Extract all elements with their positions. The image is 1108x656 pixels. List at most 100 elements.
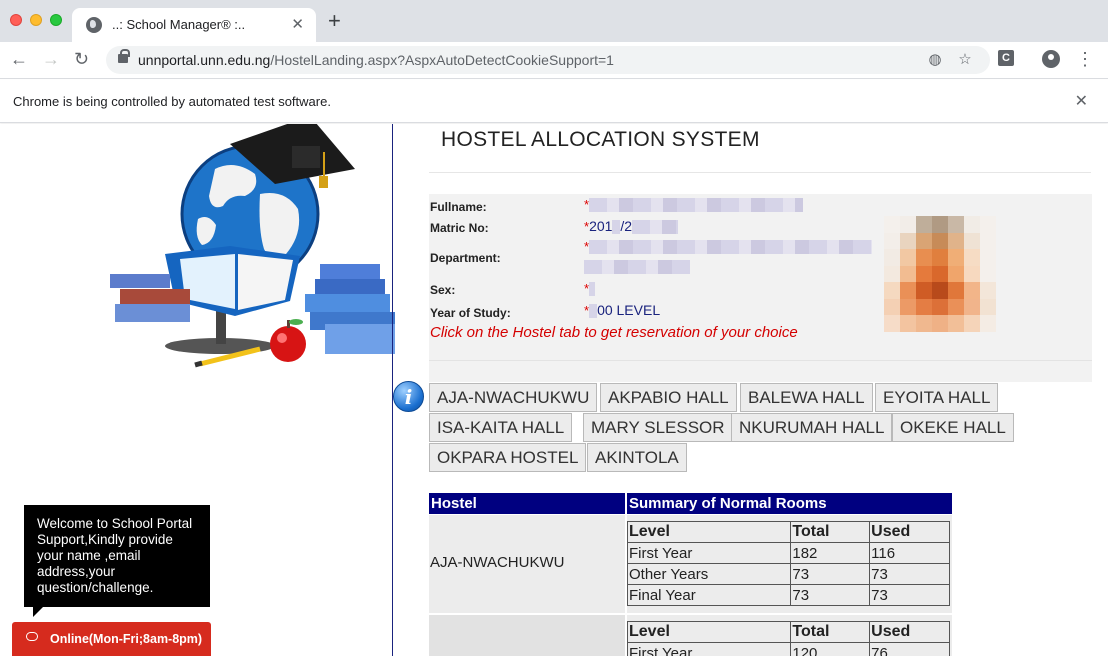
fullname-value: * bbox=[584, 196, 804, 213]
lock-icon[interactable] bbox=[118, 49, 130, 63]
hostel-tab-okeke-hall[interactable]: OKEKE HALL bbox=[892, 413, 1014, 442]
hostel-tab-isa-kaita-hall[interactable]: ISA-KAITA HALL bbox=[429, 413, 573, 442]
level-cell: First Year bbox=[626, 642, 792, 656]
column-header-hostel: Hostel bbox=[429, 493, 625, 514]
tab-close-icon[interactable]: ✕ bbox=[291, 15, 304, 33]
infobar-close-icon[interactable]: ✕ bbox=[1075, 91, 1088, 111]
hostel-tab-okpara-hostel[interactable]: OKPARA HOSTEL bbox=[429, 443, 587, 472]
matric-value: *201/2 bbox=[584, 218, 679, 235]
kebab-menu-icon[interactable]: ⋮ bbox=[1076, 48, 1094, 70]
level-cell: Final Year bbox=[626, 584, 792, 606]
header-level: Level bbox=[626, 521, 792, 543]
globe-icon bbox=[86, 17, 102, 33]
chat-welcome-bubble[interactable]: Welcome to School Portal Support,Kindly … bbox=[24, 505, 210, 617]
hostel-content-frame: HOSTEL ALLOCATION SYSTEM Fullname: * Mat… bbox=[392, 124, 1108, 656]
automation-infobar: Chrome is being controlled by automated … bbox=[0, 80, 1108, 123]
matric-visible-part: 201 bbox=[589, 218, 613, 234]
department-value-line2 bbox=[584, 258, 690, 275]
redacted-matric-tail bbox=[632, 220, 679, 235]
fullname-label: Fullname: bbox=[430, 200, 487, 214]
speech-bubble-icon bbox=[26, 632, 38, 641]
close-window-button[interactable] bbox=[10, 14, 22, 26]
level-summary-table: Level Total Used First Year 120 76 bbox=[626, 621, 950, 656]
redacted-sex bbox=[589, 282, 596, 297]
table-row: First Year 120 76 bbox=[626, 642, 950, 656]
department-value: * bbox=[584, 238, 873, 255]
hostel-tab-nkurumah-hall[interactable]: NKURUMAH HALL bbox=[731, 413, 893, 442]
maximize-window-button[interactable] bbox=[50, 14, 62, 26]
chat-button-label: Online(Mon-Fri;8am-8pm) bbox=[50, 632, 203, 646]
page-title: HOSTEL ALLOCATION SYSTEM bbox=[441, 128, 760, 151]
url-text[interactable]: unnportal.unn.edu.ng/HostelLanding.aspx?… bbox=[138, 52, 614, 68]
total-cell: 182 bbox=[790, 542, 871, 564]
browser-tab-strip: ..: School Manager® :.. ✕ + bbox=[0, 0, 1108, 42]
department-label: Department: bbox=[430, 251, 501, 265]
info-icon: i bbox=[393, 381, 424, 412]
header-total: Total bbox=[790, 521, 871, 543]
student-photo bbox=[884, 216, 996, 332]
student-info-panel: Fullname: * Matric No: *201/2 Department… bbox=[429, 194, 1092, 382]
year-visible-part: 00 LEVEL bbox=[597, 302, 661, 318]
sex-value: * bbox=[584, 280, 596, 297]
minimize-window-button[interactable] bbox=[30, 14, 42, 26]
instruction-text: Click on the Hostel tab to get reservati… bbox=[430, 324, 798, 341]
level-cell: First Year bbox=[626, 542, 792, 564]
hostel-cell bbox=[429, 615, 625, 656]
header-used: Used bbox=[869, 521, 950, 543]
browser-toolbar: ← → ↻ unnportal.unn.edu.ng/HostelLanding… bbox=[0, 42, 1108, 79]
used-cell: 73 bbox=[869, 563, 950, 585]
total-cell: 120 bbox=[790, 642, 871, 656]
used-cell: 73 bbox=[869, 584, 950, 606]
redacted-department bbox=[589, 240, 873, 255]
level-cell: Other Years bbox=[626, 563, 792, 585]
hostel-tab-mary-slessor[interactable]: MARY SLESSOR bbox=[583, 413, 733, 442]
total-cell: 73 bbox=[790, 584, 871, 606]
hostel-tab-eyoita-hall[interactable]: EYOITA HALL bbox=[875, 383, 999, 412]
table-row: First Year 182 116 bbox=[626, 542, 950, 564]
education-globe-illustration bbox=[110, 124, 395, 368]
hostel-tab-aja-nwachukwu[interactable]: AJA-NWACHUKWU bbox=[429, 383, 598, 412]
url-host: unnportal.unn.edu.ng bbox=[138, 52, 271, 68]
year-of-study-label: Year of Study: bbox=[430, 306, 511, 320]
table-header-row: Level Total Used bbox=[626, 621, 950, 643]
rooms-summary-cell: Level Total Used First Year 120 76 bbox=[626, 615, 952, 656]
reload-icon[interactable]: ↻ bbox=[74, 48, 89, 70]
new-tab-button[interactable]: + bbox=[328, 10, 341, 32]
level-summary-table: Level Total Used First Year 182 116 Othe… bbox=[626, 521, 950, 606]
hostel-cell: AJA-NWACHUKWU bbox=[429, 515, 625, 613]
redacted-fullname bbox=[589, 198, 804, 213]
matric-visible-tail: /2 bbox=[620, 218, 633, 234]
profile-avatar-icon[interactable] bbox=[1042, 50, 1060, 68]
rooms-summary-cell: Level Total Used First Year 182 116 Othe… bbox=[626, 515, 952, 613]
back-arrow-icon[interactable]: ← bbox=[10, 48, 28, 70]
tab-title: ..: School Manager® :.. bbox=[112, 17, 246, 32]
extension-icon[interactable]: C bbox=[998, 50, 1014, 66]
sex-label: Sex: bbox=[430, 283, 456, 297]
total-cell: 73 bbox=[790, 563, 871, 585]
header-level: Level bbox=[626, 621, 792, 643]
title-divider bbox=[429, 172, 1091, 173]
chat-online-button[interactable]: Online(Mon-Fri;8am-8pm) bbox=[12, 622, 211, 656]
hostel-tab-akintola[interactable]: AKINTOLA bbox=[587, 443, 687, 472]
address-bar[interactable]: unnportal.unn.edu.ng/HostelLanding.aspx?… bbox=[106, 46, 990, 74]
table-header-row: Level Total Used bbox=[626, 521, 950, 543]
infobar-message: Chrome is being controlled by automated … bbox=[13, 94, 331, 109]
blocked-cookie-icon[interactable]: ◍ bbox=[926, 51, 944, 69]
panel-divider bbox=[429, 360, 1092, 361]
table-row: Other Years 73 73 bbox=[626, 563, 950, 585]
table-row: Final Year 73 73 bbox=[626, 584, 950, 606]
year-of-study-value: * 00 LEVEL bbox=[584, 302, 661, 319]
url-path: /HostelLanding.aspx?AspxAutoDetectCookie… bbox=[270, 52, 614, 68]
hostel-name: AJA-NWACHUKWU bbox=[430, 554, 565, 571]
column-header-summary: Summary of Normal Rooms bbox=[627, 493, 952, 514]
chat-welcome-text: Welcome to School Portal Support,Kindly … bbox=[37, 516, 193, 595]
bookmark-star-icon[interactable]: ☆ bbox=[956, 51, 974, 69]
used-cell: 76 bbox=[869, 642, 950, 656]
forward-arrow-icon[interactable]: → bbox=[42, 48, 60, 70]
hostel-tab-akpabio-hall[interactable]: AKPABIO HALL bbox=[600, 383, 737, 412]
header-total: Total bbox=[790, 621, 871, 643]
redacted-year-digit bbox=[589, 304, 598, 319]
hostel-tab-balewa-hall[interactable]: BALEWA HALL bbox=[740, 383, 873, 412]
matric-label: Matric No: bbox=[430, 221, 489, 235]
browser-tab[interactable]: ..: School Manager® :.. ✕ bbox=[72, 8, 316, 42]
